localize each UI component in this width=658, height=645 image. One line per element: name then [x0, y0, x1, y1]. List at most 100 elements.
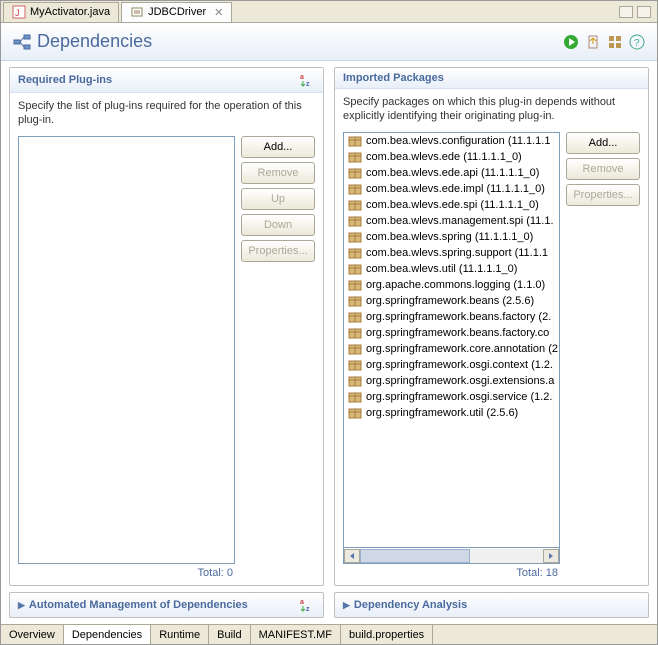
- svg-text:a: a: [300, 74, 304, 81]
- svg-text:?: ?: [634, 38, 640, 49]
- maximize-button[interactable]: [637, 6, 651, 18]
- bottom-tab-buildproperties[interactable]: build.properties: [341, 625, 433, 644]
- up-button[interactable]: Up: [241, 188, 315, 210]
- scroll-left-button[interactable]: [344, 549, 360, 563]
- header-toolbar: ?: [563, 34, 645, 50]
- bottom-tab-dependencies[interactable]: Dependencies: [64, 625, 151, 644]
- sort-az-icon[interactable]: az: [299, 72, 315, 88]
- list-item[interactable]: org.springframework.core.annotation (2: [344, 341, 559, 357]
- run-icon[interactable]: [563, 34, 579, 50]
- file-tab-myactivator[interactable]: J MyActivator.java: [3, 2, 119, 22]
- expand-sections: ▶ Automated Management of Dependencies a…: [1, 590, 657, 624]
- organize-icon[interactable]: [607, 34, 623, 50]
- scroll-thumb[interactable]: [360, 549, 470, 563]
- package-label: com.bea.wlevs.ede.api (11.1.1.1_0): [366, 167, 539, 179]
- add-button[interactable]: Add...: [241, 136, 315, 158]
- list-item[interactable]: com.bea.wlevs.ede.impl (11.1.1.1_0): [344, 181, 559, 197]
- imported-packages-desc: Specify packages on which this plug-in d…: [343, 95, 640, 124]
- properties-button[interactable]: Properties...: [241, 240, 315, 262]
- package-label: org.springframework.beans (2.5.6): [366, 295, 534, 307]
- file-tab-label: MyActivator.java: [30, 6, 110, 18]
- export-icon[interactable]: [585, 34, 601, 50]
- package-label: org.springframework.core.annotation (2: [366, 343, 558, 355]
- package-label: com.bea.wlevs.spring.support (11.1.1: [366, 247, 548, 259]
- down-button[interactable]: Down: [241, 214, 315, 236]
- help-icon[interactable]: ?: [629, 34, 645, 50]
- editor-window: J MyActivator.java JDBCDriver ✕ Dependen…: [0, 0, 658, 645]
- package-label: com.bea.wlevs.ede (11.1.1.1_0): [366, 151, 522, 163]
- editor-bottom-tabs: OverviewDependenciesRuntimeBuildMANIFEST…: [1, 624, 657, 644]
- list-item[interactable]: com.bea.wlevs.spring (11.1.1.1_0): [344, 229, 559, 245]
- sort-az-icon[interactable]: az: [299, 597, 315, 613]
- list-item[interactable]: com.bea.wlevs.ede (11.1.1.1_0): [344, 149, 559, 165]
- list-item[interactable]: com.bea.wlevs.management.spi (11.1.: [344, 213, 559, 229]
- imported-packages-body: Specify packages on which this plug-in d…: [335, 89, 648, 585]
- list-item[interactable]: com.bea.wlevs.ede.spi (11.1.1.1_0): [344, 197, 559, 213]
- plugin-file-icon: [130, 5, 144, 19]
- scroll-right-button[interactable]: [543, 549, 559, 563]
- properties-button[interactable]: Properties...: [566, 184, 640, 206]
- automated-dependencies-section[interactable]: ▶ Automated Management of Dependencies a…: [9, 592, 324, 618]
- required-list-wrap: Total: 0: [18, 136, 235, 579]
- dependencies-icon: [13, 33, 31, 51]
- required-plugins-header: Required Plug-ins az: [10, 68, 323, 93]
- package-label: com.bea.wlevs.util (11.1.1.1_0): [366, 263, 517, 275]
- list-item[interactable]: org.springframework.beans.factory (2.: [344, 309, 559, 325]
- svg-text:z: z: [306, 81, 310, 88]
- remove-button[interactable]: Remove: [241, 162, 315, 184]
- required-plugins-list[interactable]: [18, 136, 235, 564]
- minimize-button[interactable]: [619, 6, 633, 18]
- required-plugins-content: Total: 0 Add... Remove Up Down Propertie…: [18, 136, 315, 579]
- chevron-right-icon: ▶: [18, 600, 25, 611]
- imported-packages-content: com.bea.wlevs.configuration (11.1.1.1 com…: [343, 132, 640, 579]
- package-label: org.springframework.osgi.extensions.a: [366, 375, 554, 387]
- package-label: com.bea.wlevs.ede.impl (11.1.1.1_0): [366, 183, 545, 195]
- list-item[interactable]: org.springframework.osgi.extensions.a: [344, 373, 559, 389]
- scroll-track[interactable]: [360, 549, 543, 563]
- window-controls: [619, 6, 657, 18]
- page-header: Dependencies ?: [1, 23, 657, 61]
- package-label: com.bea.wlevs.spring (11.1.1.1_0): [366, 231, 533, 243]
- bottom-tab-manifestmf[interactable]: MANIFEST.MF: [251, 625, 341, 644]
- bottom-tab-build[interactable]: Build: [209, 625, 250, 644]
- file-tab-jdbcdriver[interactable]: JDBCDriver ✕: [121, 2, 232, 22]
- java-file-icon: J: [12, 5, 26, 19]
- dependency-analysis-section[interactable]: ▶ Dependency Analysis: [334, 592, 649, 618]
- package-label: org.springframework.util (2.5.6): [366, 407, 518, 419]
- list-item[interactable]: org.springframework.beans.factory.co: [344, 325, 559, 341]
- bottom-tab-runtime[interactable]: Runtime: [151, 625, 209, 644]
- page-title: Dependencies: [13, 31, 152, 52]
- required-total: Total: 0: [18, 564, 235, 579]
- editor-tabs: J MyActivator.java JDBCDriver ✕: [1, 1, 657, 23]
- file-tab-label: JDBCDriver: [148, 6, 206, 18]
- imported-packages-header: Imported Packages: [335, 68, 648, 89]
- required-plugins-body: Specify the list of plug-ins required fo…: [10, 93, 323, 585]
- main-content: Required Plug-ins az Specify the list of…: [1, 61, 657, 590]
- list-item[interactable]: org.springframework.osgi.service (1.2.: [344, 389, 559, 405]
- package-label: org.springframework.beans.factory.co: [366, 327, 549, 339]
- package-label: org.apache.commons.logging (1.1.0): [366, 279, 545, 291]
- list-item[interactable]: org.apache.commons.logging (1.1.0): [344, 277, 559, 293]
- package-label: com.bea.wlevs.configuration (11.1.1.1: [366, 135, 550, 147]
- list-item[interactable]: org.springframework.util (2.5.6): [344, 405, 559, 421]
- horizontal-scrollbar[interactable]: [343, 548, 560, 564]
- list-item[interactable]: org.springframework.osgi.context (1.2.: [344, 357, 559, 373]
- imported-buttons: Add... Remove Properties...: [566, 132, 640, 579]
- list-item[interactable]: com.bea.wlevs.spring.support (11.1.1: [344, 245, 559, 261]
- list-item[interactable]: com.bea.wlevs.ede.api (11.1.1.1_0): [344, 165, 559, 181]
- add-button[interactable]: Add...: [566, 132, 640, 154]
- package-label: org.springframework.osgi.context (1.2.: [366, 359, 553, 371]
- close-icon[interactable]: ✕: [214, 6, 223, 19]
- package-label: org.springframework.osgi.service (1.2.: [366, 391, 552, 403]
- remove-button[interactable]: Remove: [566, 158, 640, 180]
- imported-packages-list[interactable]: com.bea.wlevs.configuration (11.1.1.1 com…: [343, 132, 560, 548]
- imported-packages-panel: Imported Packages Specify packages on wh…: [334, 67, 649, 586]
- list-item[interactable]: com.bea.wlevs.configuration (11.1.1.1: [344, 133, 559, 149]
- package-label: com.bea.wlevs.ede.spi (11.1.1.1_0): [366, 199, 539, 211]
- bottom-tab-overview[interactable]: Overview: [1, 625, 64, 644]
- imported-total: Total: 18: [343, 564, 560, 579]
- svg-text:J: J: [15, 8, 20, 18]
- list-item[interactable]: com.bea.wlevs.util (11.1.1.1_0): [344, 261, 559, 277]
- required-plugins-desc: Specify the list of plug-ins required fo…: [18, 99, 315, 128]
- list-item[interactable]: org.springframework.beans (2.5.6): [344, 293, 559, 309]
